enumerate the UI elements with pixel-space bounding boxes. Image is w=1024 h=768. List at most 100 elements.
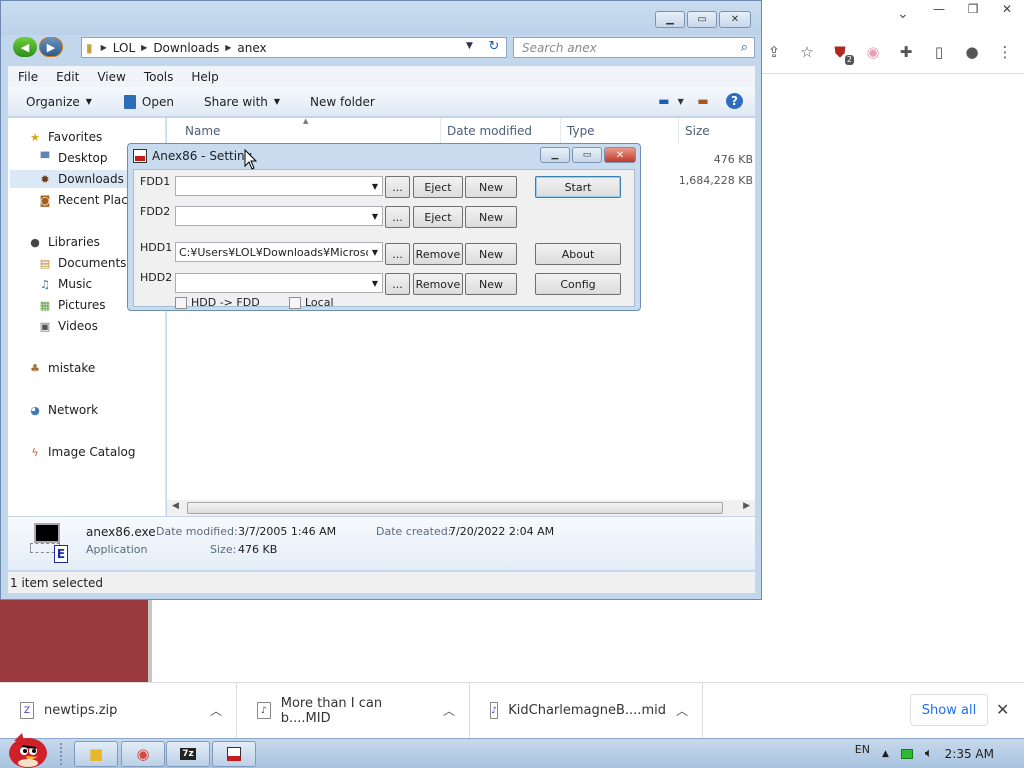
show-hidden-icons-icon[interactable]: ▲	[882, 749, 889, 759]
side-panel-icon[interactable]: ▯	[929, 42, 949, 62]
fdd1-eject-button[interactable]: Eject	[413, 176, 463, 198]
nav-recent-places[interactable]: ◙ Recent Places	[38, 191, 142, 209]
close-icon[interactable]: ✕	[990, 0, 1024, 18]
maximize-icon[interactable]: ▭	[687, 11, 717, 28]
start-button-icon[interactable]	[4, 731, 50, 768]
local-checkbox[interactable]: Local	[289, 296, 334, 309]
scroll-right-icon[interactable]: ▶	[743, 501, 750, 511]
chevron-up-icon[interactable]: ︿	[443, 702, 455, 719]
fdd1-browse-button[interactable]: ...	[385, 176, 410, 198]
bookmark-star-icon[interactable]: ☆	[797, 42, 817, 62]
taskbar-explorer-button[interactable]: ■	[74, 741, 118, 767]
menu-edit[interactable]: Edit	[46, 70, 87, 84]
nav-desktop[interactable]: ▀ Desktop	[38, 149, 108, 167]
menu-dots-icon[interactable]: ⋮	[995, 42, 1015, 62]
hdd1-new-button[interactable]: New	[465, 243, 517, 265]
hdd2-new-button[interactable]: New	[465, 273, 517, 295]
puzzle-extensions-icon[interactable]: ✚	[896, 42, 916, 62]
organize-button[interactable]: Organize ▼	[26, 95, 92, 109]
profile-avatar-icon[interactable]: ●	[962, 42, 982, 62]
breadcrumb-downloads[interactable]: Downloads	[153, 41, 219, 55]
nav-documents[interactable]: ▤ Documents	[38, 254, 127, 272]
fdd1-select[interactable]: ▼	[175, 176, 383, 196]
horizontal-scrollbar[interactable]: ◀ ▶	[167, 500, 755, 516]
close-icon[interactable]: ✕	[719, 11, 751, 28]
hdd1-browse-button[interactable]: ...	[385, 243, 410, 265]
nav-music[interactable]: ♫ Music	[38, 275, 92, 293]
start-button[interactable]: Start	[535, 176, 621, 198]
nav-network[interactable]: ◕ Network	[28, 401, 98, 419]
minimize-icon[interactable]: ▁	[655, 11, 685, 28]
minimize-icon[interactable]: —	[922, 0, 956, 18]
download-item[interactable]: ♪ More than I can b....MID ︿	[237, 682, 470, 739]
table-row-size[interactable]: 1,684,228 KB	[679, 174, 753, 187]
fdd2-new-button[interactable]: New	[465, 206, 517, 228]
clock[interactable]: 2:35 AM	[945, 747, 994, 761]
flag-extension-icon[interactable]: ◉	[863, 42, 883, 62]
close-icon[interactable]: ✕	[996, 700, 1009, 719]
hdd2-remove-button[interactable]: Remove	[413, 273, 463, 295]
hdd2-browse-button[interactable]: ...	[385, 273, 410, 295]
fdd2-select[interactable]: ▼	[175, 206, 383, 226]
nav-videos[interactable]: ▣ Videos	[38, 317, 98, 335]
taskbar-chrome-button[interactable]: ◉	[121, 741, 165, 767]
column-size[interactable]: Size	[679, 118, 755, 143]
about-button[interactable]: About	[535, 243, 621, 265]
preview-pane-icon[interactable]: ▬	[694, 93, 712, 109]
show-all-button[interactable]: Show all	[910, 694, 988, 726]
hdd2-select[interactable]: ▼	[175, 273, 383, 293]
battery-icon[interactable]	[900, 748, 913, 759]
fdd2-eject-button[interactable]: Eject	[413, 206, 463, 228]
hdd1-select[interactable]: C:¥Users¥LOL¥Downloads¥Microsoft ▼	[175, 242, 383, 262]
tab-search-chevron-icon[interactable]: ⌄	[897, 6, 909, 22]
menu-tools[interactable]: Tools	[134, 70, 182, 84]
scroll-left-icon[interactable]: ◀	[172, 501, 179, 511]
help-icon[interactable]: ?	[726, 93, 743, 109]
back-arrow-icon[interactable]: ◀	[13, 37, 37, 57]
change-view-icon[interactable]: ▬ ▼	[658, 93, 684, 109]
download-item[interactable]: ♪ KidCharlemagneB....mid ︿	[470, 682, 703, 739]
column-name[interactable]: Name ▲	[167, 117, 441, 143]
address-history-dropdown-icon[interactable]: ▼	[466, 41, 473, 51]
table-row-size[interactable]: 476 KB	[714, 153, 753, 166]
shield-extension-icon[interactable]: ⛊ 2	[830, 42, 854, 65]
nav-image-catalog[interactable]: ϟ Image Catalog	[28, 443, 135, 461]
chevron-up-icon[interactable]: ︿	[210, 702, 222, 719]
breadcrumb-anex[interactable]: anex	[237, 41, 266, 55]
fdd1-new-button[interactable]: New	[465, 176, 517, 198]
nav-pictures[interactable]: ▦ Pictures	[38, 296, 106, 314]
explorer-titlebar[interactable]	[1, 1, 761, 35]
nav-favorites[interactable]: ★ Favorites	[28, 128, 102, 146]
nav-libraries[interactable]: ● Libraries	[28, 233, 100, 251]
share-icon[interactable]: ⇪	[764, 42, 784, 62]
search-input[interactable]: Search anex ⌕	[513, 37, 755, 58]
hdd-to-fdd-checkbox[interactable]: HDD -> FDD	[175, 296, 260, 309]
language-indicator[interactable]: EN	[855, 743, 870, 756]
config-button[interactable]: Config	[535, 273, 621, 295]
share-with-button[interactable]: Share with ▼	[204, 95, 280, 109]
fdd2-browse-button[interactable]: ...	[385, 206, 410, 228]
hdd1-remove-button[interactable]: Remove	[413, 243, 463, 265]
column-date-modified[interactable]: Date modified	[441, 118, 561, 143]
refresh-icon[interactable]: ↻	[485, 39, 503, 56]
maximize-icon[interactable]: ▭	[572, 147, 602, 163]
minimize-icon[interactable]: ▁	[540, 147, 570, 163]
address-bar[interactable]: ▮ ▶ LOL ▶ Downloads ▶ anex	[81, 37, 507, 58]
nav-mistake[interactable]: ♣ mistake	[28, 359, 95, 377]
menu-file[interactable]: File	[8, 70, 46, 84]
restore-icon[interactable]: ❐	[956, 0, 990, 18]
new-folder-button[interactable]: New folder	[310, 95, 375, 109]
search-icon[interactable]: ⌕	[741, 40, 748, 55]
taskbar-anex86-button[interactable]	[212, 741, 256, 767]
open-button[interactable]: Open	[123, 94, 174, 109]
column-type[interactable]: Type	[561, 118, 679, 143]
breadcrumb-lol[interactable]: LOL	[113, 41, 135, 55]
forward-arrow-icon[interactable]: ▶	[39, 37, 63, 57]
menu-view[interactable]: View	[87, 70, 133, 84]
chevron-up-icon[interactable]: ︿	[676, 702, 688, 719]
taskbar-7zip-button[interactable]: 7z	[166, 741, 210, 767]
scrollbar-thumb[interactable]	[187, 502, 723, 514]
volume-icon[interactable]: 🔈︎	[925, 746, 933, 761]
close-icon[interactable]: ✕	[604, 147, 636, 163]
menu-help[interactable]: Help	[181, 70, 226, 84]
